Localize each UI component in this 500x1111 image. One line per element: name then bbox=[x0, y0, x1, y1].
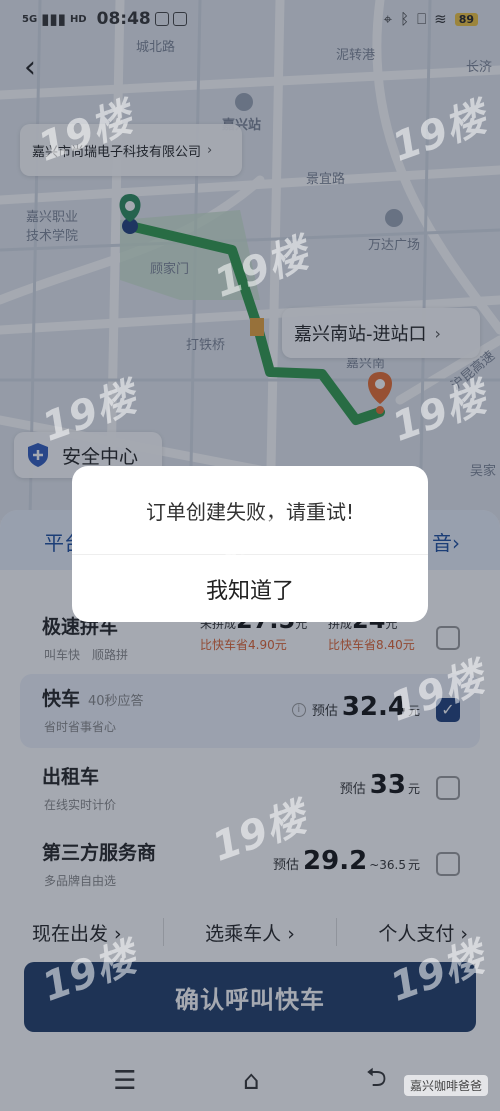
account-watermark: 嘉兴咖啡爸爸 bbox=[403, 1075, 488, 1096]
acknowledge-button[interactable]: 我知道了 bbox=[72, 555, 428, 622]
